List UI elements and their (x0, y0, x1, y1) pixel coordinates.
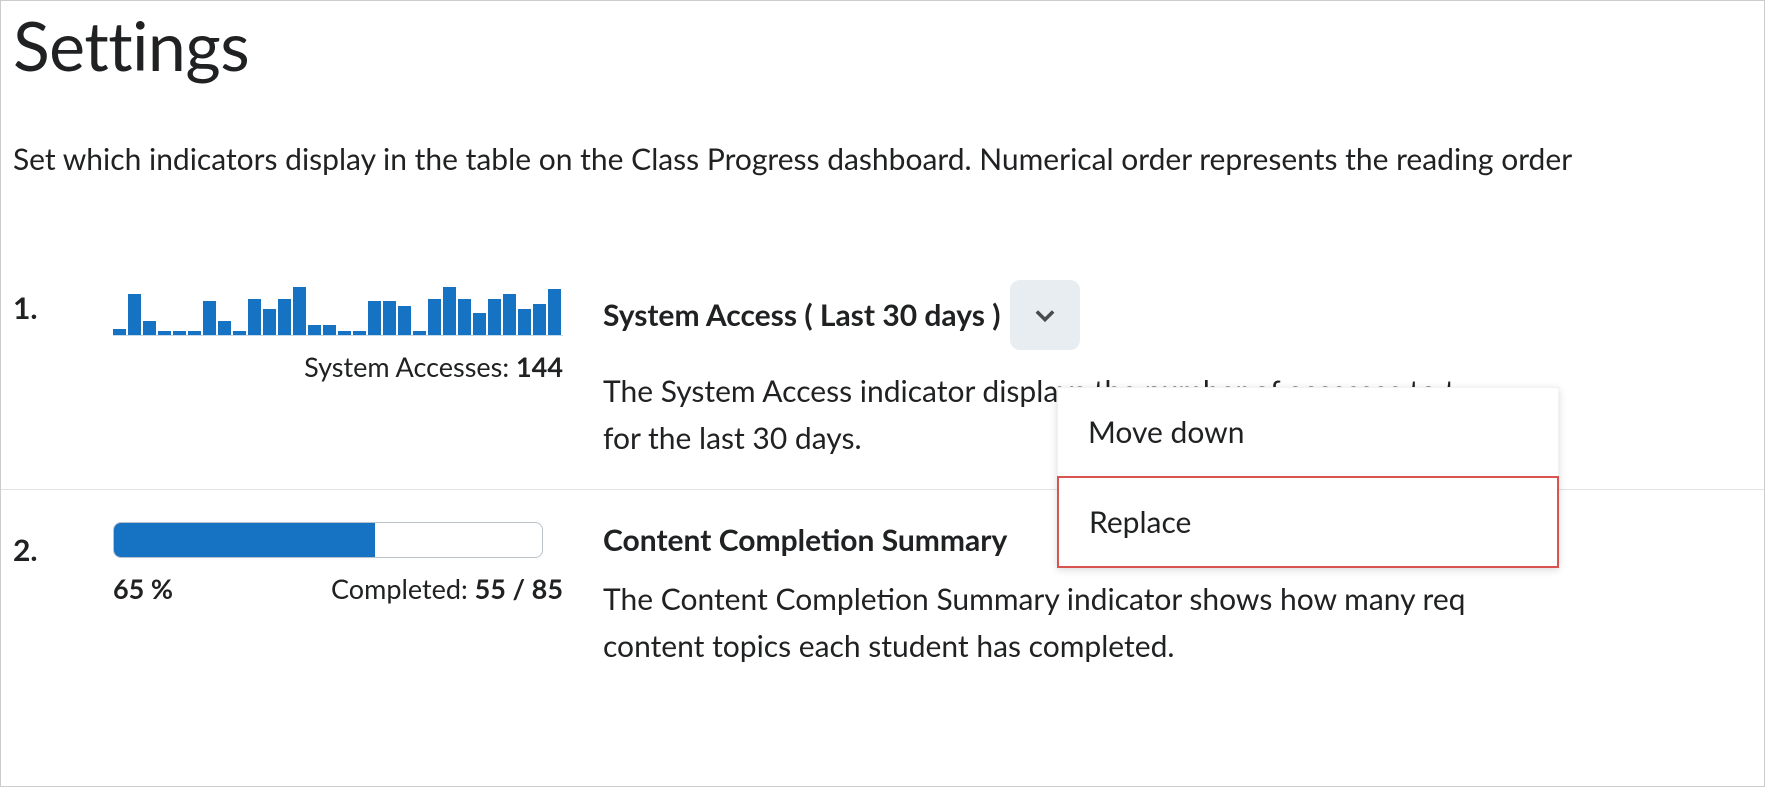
sparkline-bar (518, 309, 531, 335)
progress-percent: 65 % (113, 572, 173, 605)
sparkline-bar (533, 304, 546, 335)
sparkline-viz: System Accesses: 144 (113, 280, 563, 383)
sparkline-bar (308, 325, 321, 335)
indicator-1-menu-button[interactable] (1010, 280, 1080, 350)
sparkline-bar (488, 299, 501, 335)
sparkline-bar (203, 301, 216, 335)
page-title: Settings (13, 5, 1764, 86)
sparkline-bar (278, 299, 291, 335)
sparkline-bar (443, 287, 456, 335)
sparkline-bar (158, 331, 171, 335)
sparkline-bar (383, 301, 396, 335)
sparkline-bar (398, 306, 411, 335)
settings-description: Set which indicators display in the tabl… (13, 138, 1764, 180)
sparkline-bar (143, 321, 156, 335)
chevron-down-icon (1031, 301, 1059, 329)
sparkline-bar (473, 313, 486, 335)
sparkline-label: System Accesses: (304, 350, 516, 383)
sparkline-bar (368, 301, 381, 335)
sparkline-bar (428, 299, 441, 335)
system-access-sparkline (113, 280, 563, 336)
sparkline-bar (128, 294, 141, 335)
ordinal-1: 1. (13, 280, 113, 326)
sparkline-bar (293, 287, 306, 335)
menu-item-replace[interactable]: Replace (1057, 476, 1559, 568)
sparkline-caption: System Accesses: 144 (113, 350, 563, 383)
sparkline-bar (248, 299, 261, 335)
sparkline-bar (173, 331, 186, 335)
progress-viz: 65 % Completed: 55 / 85 (113, 522, 563, 605)
sparkline-bar (413, 331, 426, 335)
sparkline-bar (188, 331, 201, 335)
sparkline-bar (338, 331, 351, 335)
sparkline-bar (353, 331, 366, 335)
sparkline-bar (503, 294, 516, 335)
sparkline-bar (548, 289, 561, 335)
sparkline-bar (323, 325, 336, 335)
sparkline-bar (458, 299, 471, 335)
completion-progress-bar (113, 522, 543, 558)
sparkline-bar (218, 321, 231, 335)
indicator-2-description: The Content Completion Summary indicator… (603, 576, 1764, 669)
completion-progress-fill (114, 523, 375, 557)
progress-caption: 65 % Completed: 55 / 85 (113, 572, 563, 605)
settings-frame: Settings Set which indicators display in… (0, 0, 1765, 787)
sparkline-bar (263, 309, 276, 335)
ordinal-2: 2. (13, 522, 113, 568)
progress-fraction: Completed: 55 / 85 (331, 572, 563, 605)
sparkline-bar (233, 331, 246, 335)
indicator-menu: Move down Replace (1057, 387, 1559, 568)
menu-item-move-down[interactable]: Move down (1057, 387, 1559, 476)
indicator-1-title: System Access ( Last 30 days ) (603, 297, 1000, 333)
indicator-2-title: Content Completion Summary (603, 522, 1007, 558)
sparkline-value: 144 (516, 350, 563, 383)
sparkline-bar (113, 329, 126, 335)
